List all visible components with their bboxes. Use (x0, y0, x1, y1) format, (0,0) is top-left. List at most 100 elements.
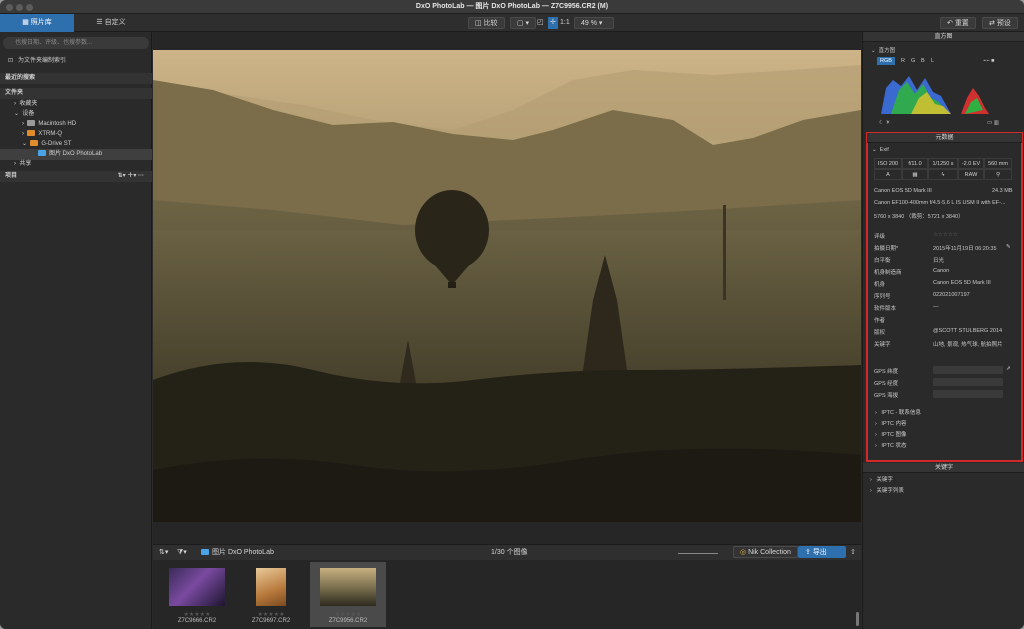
channel-rgb[interactable]: RGB (877, 57, 895, 65)
image-viewer[interactable] (153, 32, 861, 544)
gps-latitude-field[interactable] (933, 366, 1003, 374)
tab-customize[interactable]: ☰ 自定义 (74, 14, 148, 32)
lens-model: Canon EF100-400mm f/4.5-5.6 L IS USM II … (874, 200, 1006, 206)
histogram-section-label[interactable]: ⌄ 直方图 (871, 46, 895, 54)
camera-model: Canon EOS 5D Mark III (874, 188, 932, 194)
iptc-image-section[interactable]: › IPTC 图像 (875, 430, 906, 438)
grid-icon: ▦ (22, 19, 31, 26)
map-link-icon[interactable]: ⇗ (1006, 366, 1011, 372)
layout-button[interactable]: ▢ ▾ (510, 17, 537, 29)
rating-stars[interactable]: ☆☆☆☆☆ (933, 232, 958, 238)
thumbnail-selected[interactable]: ★★★★★ Z7C9956.CR2 (310, 562, 386, 627)
thumbnail-image (320, 568, 376, 606)
field-label: 机身 (874, 282, 886, 288)
nik-collection-button[interactable]: ◎ Nik Collection (733, 546, 798, 558)
toolbar: ▦ 照片库 ☰ 自定义 ◫ 比较 ▢ ▾ ◰ ✛ 1:1 49 % ▾ ↶ 重置… (0, 14, 1024, 32)
field-value: 022021007197 (933, 292, 970, 298)
minimize-icon[interactable] (16, 4, 23, 11)
clipping-icon[interactable]: ⌁⌁ ■ (983, 58, 994, 64)
channel-l[interactable]: L (931, 58, 934, 64)
zoom-icon[interactable] (26, 4, 33, 11)
gps-altitude-label: GPS 海拔 (874, 393, 899, 399)
metadata-highlight: 元数据 ⌄ Exif ISO 200 f/11.0 1/1250 s -2.0 … (866, 132, 1023, 462)
field-label: 作者 (874, 318, 886, 324)
app-window: DxO PhotoLab — 图片 DxO PhotoLab — Z7C9956… (0, 0, 1024, 629)
crosshair-icon[interactable]: ✛ (548, 17, 558, 29)
projects-header[interactable]: 项目 ⇅▾ ＋▾ ··· (0, 171, 152, 182)
histogram-panel-header[interactable]: 直方图 (863, 32, 1024, 42)
field-label: 版权 (874, 330, 886, 336)
histogram-graph (881, 76, 989, 114)
thumbnail-image (169, 568, 225, 606)
shared-item[interactable]: › 共享 (0, 159, 152, 170)
gps-longitude-field[interactable] (933, 378, 1003, 386)
fit-icon[interactable]: ◰ (537, 17, 544, 29)
image-dimensions: 5760 x 3840 （裁剪：5721 x 3840） (874, 214, 964, 220)
compare-button[interactable]: ◫ 比较 (468, 17, 505, 29)
keywords-section[interactable]: › 关键字 (870, 475, 893, 483)
thumbnail[interactable]: ★★★★★ Z7C9697.CR2 (233, 562, 309, 627)
filmstrip: ★★★★★ Z7C9666.CR2 ★★★★★ Z7C9697.CR2 ★★★★… (153, 560, 861, 629)
exif-section-label[interactable]: ⌄ Exif (872, 147, 889, 153)
window-title: DxO PhotoLab — 图片 DxO PhotoLab — Z7C9956… (415, 3, 609, 10)
display-icon[interactable]: ▭ ▥ (987, 120, 999, 126)
iptc-contact-section[interactable]: › IPTC - 联系信息 (875, 408, 921, 416)
channel-b[interactable]: B (921, 58, 925, 64)
library-sidebar: 也搜日期、评级、也搜参数... ⊡ 为文件夹编制索引 最近的搜索 文件夹 › 收… (0, 32, 152, 629)
gps-pin-icon: ⚲ (984, 169, 1012, 180)
iso-cell: ISO 200 (874, 158, 902, 169)
preset-icon: ⇄ (989, 20, 997, 27)
edit-pencil-icon[interactable]: ✎ (1006, 244, 1011, 250)
flash-off-icon: ϟ (928, 169, 958, 180)
share-icon[interactable]: ⇧ (850, 547, 856, 559)
format-cell: RAW (958, 169, 984, 180)
compare-icon: ◫ (475, 20, 484, 27)
mode-cell: A (874, 169, 902, 180)
filter-button[interactable]: ⧩▾ (177, 547, 187, 559)
iptc-status-section[interactable]: › IPTC 状态 (875, 441, 906, 449)
recent-searches-header[interactable]: 最近的搜索 (0, 73, 152, 84)
channel-r[interactable]: R (901, 58, 905, 64)
drive-icon (30, 140, 39, 147)
search-input[interactable]: 也搜日期、评级、也搜参数... (3, 37, 149, 49)
preset-button[interactable]: ⇄ 预设 (982, 17, 1018, 29)
folders-header[interactable]: 文件夹 (0, 88, 152, 99)
field-label: 拍摄日期* (874, 246, 899, 252)
focal-cell: 560 mm (984, 158, 1012, 169)
undo-icon: ↶ (947, 20, 955, 27)
gps-altitude-field[interactable] (933, 390, 1003, 398)
filmstrip-scrollbar[interactable] (856, 612, 859, 626)
capture-date[interactable]: 2015年11月19日 06:20:35 (933, 244, 997, 252)
index-folder-button[interactable]: ⊡ 为文件夹编制索引 (0, 56, 152, 67)
reset-button[interactable]: ↶ 重置 (940, 17, 976, 29)
moon-icon[interactable]: ☾ ☀ (879, 120, 890, 126)
folder-path: 图片 DxO PhotoLab (201, 547, 274, 559)
thumbnail-size-slider[interactable] (678, 547, 718, 554)
main-photo (153, 50, 861, 522)
index-icon: ⊡ (8, 58, 15, 64)
sort-button[interactable]: ⇅▾ (159, 547, 168, 559)
sliders-icon: ☰ (96, 19, 105, 26)
drive-icon (27, 120, 36, 127)
iptc-content-section[interactable]: › IPTC 内容 (875, 419, 906, 427)
keywords-field[interactable]: 山地, 景观, 热气球, 航拍照片 (933, 340, 1003, 348)
zoom-select[interactable]: 49 % ▾ (574, 17, 614, 29)
thumbnail-image (256, 568, 286, 606)
file-size: 24.3 MB (992, 188, 1013, 194)
shutter-cell: 1/1250 s (928, 158, 958, 169)
export-button[interactable]: ⇪ 导出 (798, 546, 846, 558)
metadata-panel-header[interactable]: 元数据 (867, 133, 1022, 143)
keywords-panel-header[interactable]: 关键字 (863, 463, 1024, 473)
ratio-button[interactable]: 1:1 (560, 17, 570, 29)
folder-icon (38, 150, 46, 157)
ev-cell: -2.0 EV (958, 158, 984, 169)
thumbnail[interactable]: ★★★★★ Z7C9666.CR2 (159, 562, 235, 627)
keyword-list-section[interactable]: › 关键字列表 (870, 486, 904, 494)
image-count: 1/30 个图像 (491, 549, 528, 556)
project-tools-icon[interactable]: ⇅▾ ＋▾ ··· (118, 171, 144, 182)
channel-g[interactable]: G (911, 58, 915, 64)
copyright-field[interactable]: @SCOTT STULBERG 2014 (933, 328, 1002, 334)
gps-latitude-label: GPS 纬度 (874, 369, 899, 375)
tab-library[interactable]: ▦ 照片库 (0, 14, 74, 32)
close-icon[interactable] (6, 4, 13, 11)
